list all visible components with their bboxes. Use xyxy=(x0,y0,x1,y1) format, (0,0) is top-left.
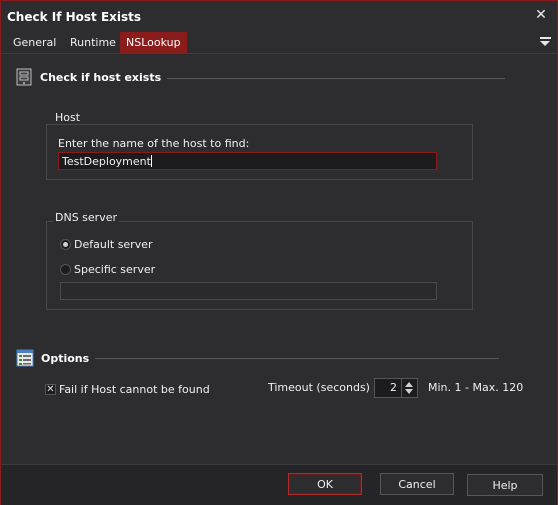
timeout-stepper[interactable]: 2 xyxy=(374,378,418,398)
spin-buttons xyxy=(401,379,417,397)
tab-menu-icon[interactable] xyxy=(540,37,551,48)
close-icon[interactable]: ✕ xyxy=(533,7,549,23)
tab-strip: General Runtime NSLookup xyxy=(1,32,557,54)
options-divider xyxy=(95,358,499,359)
window-title: Check If Host Exists xyxy=(7,10,142,24)
host-prompt-label: Enter the name of the host to find: xyxy=(58,137,250,150)
specific-server-label: Specific server xyxy=(74,263,156,276)
host-group-label: Host xyxy=(53,111,83,124)
options-title: Options xyxy=(41,351,90,365)
tab-general[interactable]: General xyxy=(7,32,62,53)
options-list-icon xyxy=(16,349,34,367)
title-bar: Check If Host Exists ✕ xyxy=(1,1,557,31)
tab-runtime[interactable]: Runtime xyxy=(64,32,122,53)
cancel-button[interactable]: Cancel xyxy=(380,473,454,495)
decrement-icon[interactable] xyxy=(405,389,413,394)
help-button[interactable]: Help xyxy=(467,474,543,496)
dns-group-label: DNS server xyxy=(53,211,119,224)
tab-nslookup[interactable]: NSLookup xyxy=(120,32,187,53)
timeout-range-label: Min. 1 - Max. 120 xyxy=(428,381,524,394)
dialog-footer: OK Cancel Help xyxy=(1,464,557,505)
section-check-host: Check if host exists xyxy=(14,67,161,87)
ok-button[interactable]: OK xyxy=(288,473,362,495)
host-name-value: TestDeployment xyxy=(62,155,151,168)
timeout-value: 2 xyxy=(390,381,397,394)
section-divider xyxy=(167,78,505,79)
fail-if-not-found-label: Fail if Host cannot be found xyxy=(59,383,210,396)
server-icon xyxy=(16,68,32,86)
specific-server-input[interactable] xyxy=(60,282,437,300)
specific-server-radio[interactable] xyxy=(60,264,71,275)
fail-if-not-found-checkbox[interactable]: ✕ xyxy=(45,384,56,395)
section-title: Check if host exists xyxy=(40,70,162,84)
section-options: Options xyxy=(15,348,89,368)
text-caret xyxy=(150,155,152,167)
timeout-label: Timeout (seconds) xyxy=(268,381,370,394)
increment-icon[interactable] xyxy=(405,382,413,387)
default-server-label: Default server xyxy=(74,238,153,251)
host-name-input[interactable]: TestDeployment xyxy=(58,152,437,170)
dialog-window: Check If Host Exists ✕ General Runtime N… xyxy=(0,0,558,505)
default-server-radio[interactable] xyxy=(60,239,71,250)
